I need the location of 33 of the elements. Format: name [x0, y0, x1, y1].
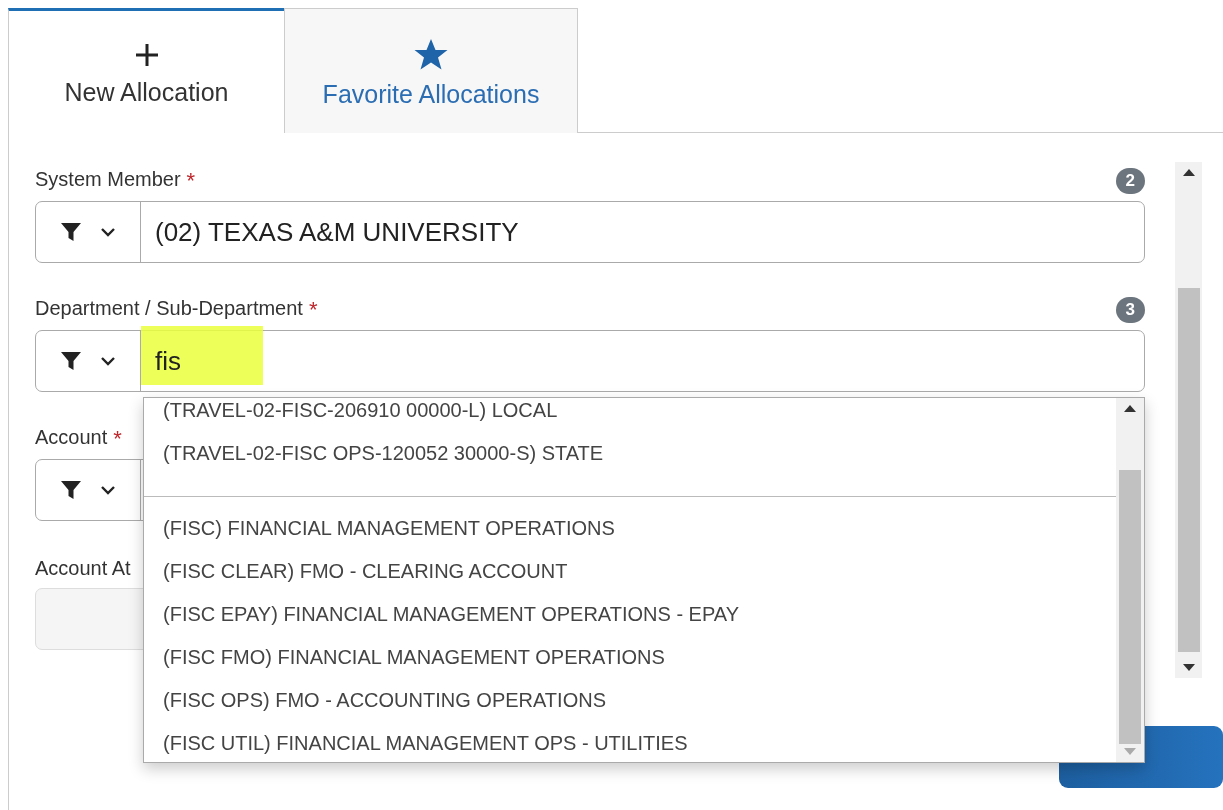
chevron-down-icon	[100, 485, 116, 495]
scrollbar[interactable]	[1116, 398, 1144, 762]
field-label: Department / Sub-Department	[35, 297, 303, 320]
filter-icon	[60, 221, 82, 243]
plus-icon	[133, 41, 160, 68]
scroll-up-icon[interactable]	[1124, 404, 1136, 412]
chevron-down-icon	[100, 356, 116, 366]
filter-icon	[60, 479, 82, 501]
star-icon	[414, 37, 448, 70]
dropdown-option[interactable]: (FISC EPAY) FINANCIAL MANAGEMENT OPERATIONS - EPAY	[144, 593, 1116, 636]
chevron-down-icon	[100, 227, 116, 237]
count-badge: 2	[1115, 168, 1145, 194]
dropdown-option[interactable]: (FISC CLEAR) FMO - CLEARING ACCOUNT	[144, 550, 1116, 593]
required-mark: *	[113, 426, 122, 452]
required-mark: *	[308, 297, 318, 323]
filter-icon	[60, 350, 82, 372]
field-label: Account At	[35, 556, 131, 580]
tab[interactable]: Favorite Allocations	[284, 8, 578, 133]
scrollbar[interactable]	[1175, 162, 1202, 678]
tab[interactable]: New Allocation	[8, 8, 284, 133]
field-label: System Member	[35, 168, 181, 191]
scroll-up-icon[interactable]	[1182, 168, 1195, 176]
dropdown-option[interactable]: (FISC UTIL) FINANCIAL MANAGEMENT OPS - UTILITIES	[144, 722, 1116, 762]
dropdown-option[interactable]: (FISC FMO) FINANCIAL MANAGEMENT OPERATIONS	[144, 636, 1116, 679]
dropdown-option[interactable]: (FISC OPS) FMO - ACCOUNTING OPERATIONS	[144, 679, 1116, 722]
scroll-down-icon[interactable]	[1182, 664, 1195, 672]
input-field[interactable]: (02) TEXAS A&M UNIVERSITY	[35, 201, 1145, 263]
field-label: Account	[35, 426, 108, 449]
count-badge: 3	[1115, 297, 1145, 323]
dropdown-option[interactable]: (FISC) FINANCIAL MANAGEMENT OPERATIONS	[144, 507, 1116, 550]
dropdown-option[interactable]: (TRAVEL-02-FISC OPS-120052 30000-S) STATE	[144, 432, 1116, 475]
dropdown-option[interactable]: (TRAVEL-02-FISC-206910 00000-L) LOCAL	[144, 398, 1116, 432]
required-mark: *	[186, 168, 196, 194]
